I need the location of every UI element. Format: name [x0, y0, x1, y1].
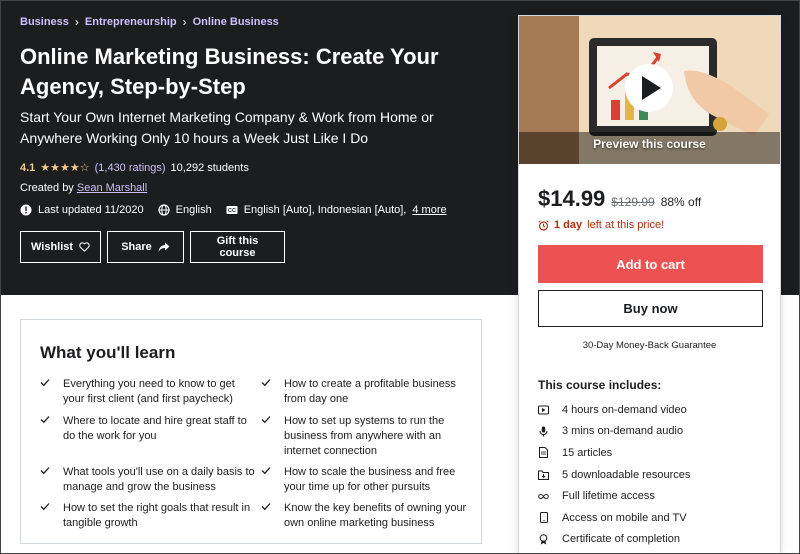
- learn-item-text: How to set the right goals that result i…: [63, 502, 251, 529]
- language-text: English: [175, 204, 212, 216]
- check-icon: [261, 503, 271, 511]
- learn-item: How to scale the business and free your …: [261, 465, 476, 495]
- wishlist-button[interactable]: Wishlist: [20, 231, 101, 263]
- share-label: Share: [121, 241, 152, 253]
- include-text: Certificate of completion: [562, 533, 680, 546]
- language: English: [158, 204, 212, 216]
- include-text: 4 hours on-demand video: [562, 403, 687, 416]
- price-row: $14.99 $129.99 88% off: [538, 186, 701, 212]
- check-icon: [40, 467, 50, 475]
- check-icon: [40, 503, 50, 511]
- learn-item: How to create a profitable business from…: [261, 377, 476, 407]
- check-icon: [40, 379, 50, 387]
- learn-item-text: Everything you need to know to get your …: [63, 378, 235, 405]
- money-back-guarantee: 30-Day Money-Back Guarantee: [582, 340, 717, 351]
- learn-item: What tools you'll use on a daily basis t…: [40, 465, 255, 495]
- article-icon: [538, 447, 549, 459]
- svg-text:CC: CC: [228, 208, 236, 214]
- list-item: Access on mobile and TV: [538, 507, 690, 529]
- check-icon: [40, 416, 50, 424]
- learn-item: How to set up systems to run the busines…: [261, 414, 476, 459]
- list-item: 15 articles: [538, 442, 690, 464]
- share-button[interactable]: Share: [107, 231, 184, 263]
- folder-download-icon: [538, 469, 549, 480]
- includes-list: 4 hours on-demand video 3 mins on-demand…: [538, 399, 690, 550]
- current-price: $14.99: [538, 186, 606, 211]
- buy-now-button[interactable]: Buy now: [538, 290, 763, 327]
- created-by-label: Created by: [20, 182, 74, 194]
- original-price: $129.99: [611, 195, 655, 209]
- price-timer: 1 day left at this price!: [538, 219, 664, 231]
- ratings-count-link[interactable]: (1,430 ratings): [95, 162, 166, 174]
- preview-label: Preview this course: [593, 137, 706, 151]
- learn-item: Everything you need to know to get your …: [40, 377, 255, 407]
- list-item: Full lifetime access: [538, 485, 690, 507]
- infinity-icon: [538, 491, 549, 502]
- includes-title: This course includes:: [538, 378, 662, 392]
- include-text: Full lifetime access: [562, 490, 655, 503]
- learn-title: What you'll learn: [40, 343, 176, 362]
- list-item: Certificate of completion: [538, 529, 690, 551]
- instructor-link[interactable]: Sean Marshall: [77, 182, 147, 194]
- captions-text: English [Auto], Indonesian [Auto],: [243, 204, 407, 216]
- discount-percent: 88% off: [660, 195, 702, 209]
- check-icon: [261, 416, 271, 424]
- last-updated: Last updated 11/2020: [20, 204, 144, 216]
- globe-icon: [158, 204, 170, 216]
- created-by: Created by Sean Marshall: [20, 182, 147, 194]
- course-subtitle: Start Your Own Internet Marketing Compan…: [20, 109, 434, 146]
- chevron-right-icon: ›: [182, 15, 187, 29]
- timer-text: left at this price!: [587, 219, 665, 231]
- purchase-card: Preview this course $14.99 $129.99 88% o…: [518, 15, 781, 554]
- learn-item-text: How to set up systems to run the busines…: [284, 415, 445, 457]
- certificate-icon: [538, 534, 549, 545]
- chevron-right-icon: ›: [74, 15, 79, 29]
- timer-days: 1 day: [554, 219, 583, 231]
- check-icon: [261, 467, 271, 475]
- list-item: 4 hours on-demand video: [538, 399, 690, 421]
- what-you-learn-box: What you'll learn Everything you need to…: [20, 319, 482, 544]
- learn-item-text: How to scale the business and free your …: [284, 466, 456, 493]
- include-text: 5 downloadable resources: [562, 468, 691, 481]
- rating-row: 4.1 ★★★★☆ (1,430 ratings) 10,292 student…: [20, 161, 249, 175]
- course-title: Online Marketing Business: Create Your A…: [20, 44, 439, 99]
- action-buttons: Wishlist Share Gift this course: [20, 231, 285, 263]
- check-icon: [261, 379, 271, 387]
- learn-item-text: Where to locate and hire great staff to …: [63, 415, 247, 442]
- wishlist-label: Wishlist: [31, 241, 74, 253]
- add-to-cart-button[interactable]: Add to cart: [538, 245, 763, 283]
- breadcrumb-item-online-business[interactable]: Online Business: [193, 16, 279, 28]
- learn-item-text: How to create a profitable business from…: [284, 378, 456, 405]
- share-arrow-icon: [158, 242, 170, 252]
- list-item: 5 downloadable resources: [538, 464, 690, 486]
- rating-value: 4.1: [20, 161, 36, 174]
- include-text: 3 mins on-demand audio: [562, 425, 684, 438]
- students-count: 10,292 students: [170, 161, 249, 174]
- breadcrumb-item-entrepreneurship[interactable]: Entrepreneurship: [85, 16, 177, 28]
- star-rating-icon: ★★★★☆: [40, 162, 90, 174]
- course-meta: Last updated 11/2020 English CC English …: [20, 204, 453, 216]
- last-updated-text: Last updated 11/2020: [38, 204, 144, 216]
- include-text: 15 articles: [562, 446, 613, 459]
- learn-item-text: What tools you'll use on a daily basis t…: [63, 466, 255, 493]
- captions-more-link[interactable]: 4 more: [412, 204, 446, 216]
- include-text: Access on mobile and TV: [562, 511, 687, 524]
- gift-course-button[interactable]: Gift this course: [190, 231, 285, 263]
- microphone-icon: [538, 426, 549, 437]
- alarm-clock-icon: [538, 219, 549, 231]
- learn-item: How to set the right goals that result i…: [40, 501, 255, 531]
- list-item: 3 mins on-demand audio: [538, 421, 690, 443]
- heart-icon: [79, 242, 90, 252]
- breadcrumb-item-business[interactable]: Business: [20, 16, 69, 28]
- learn-item: Where to locate and hire great staff to …: [40, 414, 255, 444]
- alert-badge-icon: [20, 204, 32, 216]
- video-icon: [538, 404, 549, 415]
- learn-item-text: Know the key benefits of owning your own…: [284, 502, 467, 529]
- learn-item: Know the key benefits of owning your own…: [261, 501, 476, 531]
- mobile-icon: [538, 512, 549, 524]
- breadcrumb: Business › Entrepreneurship › Online Bus…: [20, 15, 279, 29]
- course-preview[interactable]: Preview this course: [519, 16, 780, 164]
- captions: CC English [Auto], Indonesian [Auto], 4 …: [226, 204, 447, 216]
- closed-captions-icon: CC: [226, 206, 238, 214]
